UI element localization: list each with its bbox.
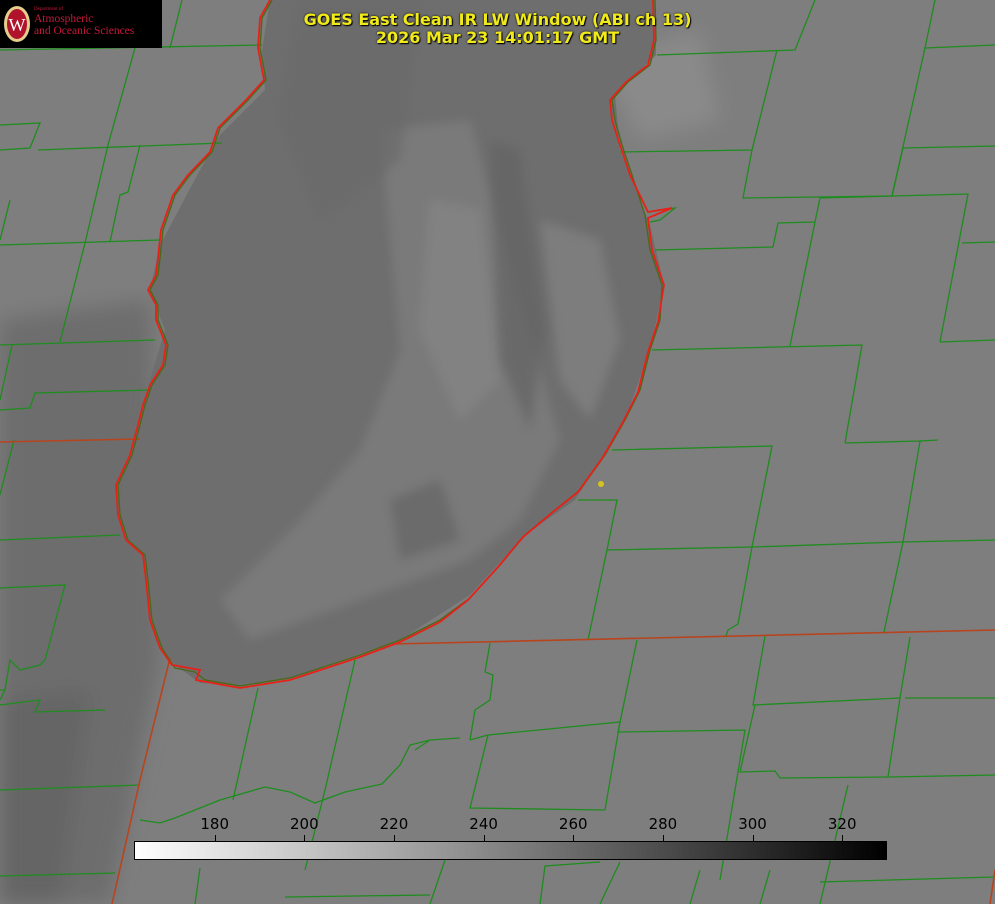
title-timestamp: 2026 Mar 23 14:01:17 GMT [375, 28, 620, 47]
colorbar-tick-label: 300 [738, 815, 767, 833]
image-title: GOES East Clean IR LW Window (ABI ch 13)… [0, 11, 995, 47]
colorbar-tick-label: 220 [379, 815, 409, 833]
satellite-image-viewer: W Department of Atmospheric and Oceanic … [0, 0, 995, 904]
colorbar-tick-label: 180 [200, 815, 229, 833]
colorbar-tick-label: 260 [558, 815, 588, 833]
colorbar-tick-label: 320 [827, 815, 857, 833]
station-marker [598, 481, 604, 487]
colorbar-tick-label: 200 [289, 815, 319, 833]
title-product: GOES East Clean IR LW Window (ABI ch 13) [303, 10, 692, 29]
colorbar [134, 841, 887, 860]
colorbar-labels: 180 200 220 240 260 280 300 320 [0, 815, 995, 835]
colorbar-tick-label: 240 [469, 815, 498, 833]
colorbar-tick-label: 280 [648, 815, 678, 833]
satellite-map [0, 0, 995, 904]
